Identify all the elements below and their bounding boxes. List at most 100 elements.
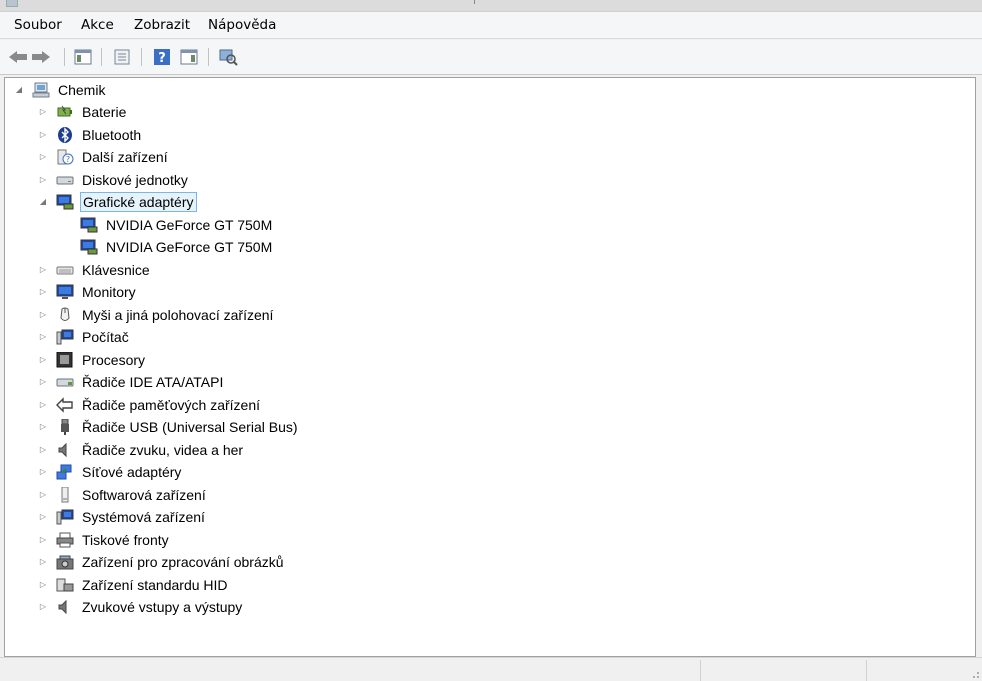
tree-node-baterie[interactable]: ▷ Baterie xyxy=(38,102,438,122)
device-tree[interactable]: ◢ Chemik ▷ Baterie ▷ Bluetooth ▷ ? Další… xyxy=(4,77,976,657)
expand-icon[interactable]: ▷ xyxy=(38,327,48,347)
expand-icon[interactable]: ▷ xyxy=(38,530,48,550)
tree-node-label: Bluetooth xyxy=(82,127,142,143)
collapse-icon[interactable]: ◢ xyxy=(38,192,48,212)
console-tree-button[interactable] xyxy=(72,46,94,68)
mouse-icon xyxy=(56,307,74,323)
status-pane xyxy=(866,660,971,681)
back-arrow-icon xyxy=(9,51,27,63)
expand-icon[interactable]: ▷ xyxy=(38,552,48,572)
tree-node-hid[interactable]: ▷ Zařízení standardu HID xyxy=(38,575,438,595)
tree-leaf-nvidia-1[interactable]: NVIDIA GeForce GT 750M xyxy=(62,215,462,235)
tree-node-label: Zařízení standardu HID xyxy=(82,577,228,593)
tree-node-radice-pametovych[interactable]: ▷ Řadiče paměťových zařízení xyxy=(38,395,438,415)
expand-icon[interactable]: ▷ xyxy=(38,170,48,190)
expand-icon[interactable]: ▷ xyxy=(38,485,48,505)
network-adapter-icon xyxy=(56,464,74,480)
expand-icon[interactable]: ▷ xyxy=(38,417,48,437)
expand-icon[interactable]: ▷ xyxy=(38,147,48,167)
tree-node-label: Monitory xyxy=(82,284,136,300)
tree-node-mysi[interactable]: ▷ Myši a jiná polohovací zařízení xyxy=(38,305,438,325)
tree-node-softwarova-zarizeni[interactable]: ▷ Softwarová zařízení xyxy=(38,485,438,505)
menu-napoveda[interactable]: Nápověda xyxy=(206,17,278,33)
properties-button[interactable] xyxy=(111,46,133,68)
printer-icon xyxy=(56,532,74,548)
expand-icon[interactable]: ▷ xyxy=(38,372,48,392)
expand-icon[interactable]: ▷ xyxy=(38,102,48,122)
tree-node-diskove-jednotky[interactable]: ▷ Diskové jednotky xyxy=(38,170,438,190)
tree-leaf-nvidia-2[interactable]: NVIDIA GeForce GT 750M xyxy=(62,237,462,257)
expand-icon[interactable]: ▷ xyxy=(38,395,48,415)
tree-root-label: Chemik xyxy=(58,82,106,98)
tree-node-label: Řadiče IDE ATA/ATAPI xyxy=(82,374,224,390)
toolbar-separator xyxy=(101,48,102,66)
computer-icon xyxy=(32,82,50,98)
tree-node-bluetooth[interactable]: ▷ Bluetooth xyxy=(38,125,438,145)
battery-icon xyxy=(56,104,74,120)
toolbar-separator xyxy=(208,48,209,66)
tree-node-label: Zařízení pro zpracování obrázků xyxy=(82,554,284,570)
display-adapter-icon xyxy=(80,217,98,233)
tree-node-label: Řadiče USB (Universal Serial Bus) xyxy=(82,419,298,435)
title-separator xyxy=(474,0,481,4)
forward-button[interactable] xyxy=(30,46,52,68)
help-button[interactable]: ? xyxy=(151,46,173,68)
expand-icon[interactable]: ▷ xyxy=(38,282,48,302)
tree-node-label: Další zařízení xyxy=(82,149,168,165)
storage-controller-icon xyxy=(56,397,74,413)
menu-soubor[interactable]: Soubor xyxy=(12,17,64,33)
tree-node-dalsi-zarizeni[interactable]: ▷ ? Další zařízení xyxy=(38,147,438,167)
resize-grip-icon[interactable] xyxy=(970,669,980,679)
display-adapter-icon xyxy=(56,194,74,210)
system-device-icon xyxy=(56,509,74,525)
expand-icon[interactable]: ▷ xyxy=(38,507,48,527)
tree-node-systemova-zarizeni[interactable]: ▷ Systémová zařízení xyxy=(38,507,438,527)
back-button[interactable] xyxy=(7,46,29,68)
usb-icon xyxy=(56,418,74,435)
expand-icon[interactable]: ▷ xyxy=(38,575,48,595)
expand-icon[interactable]: ▷ xyxy=(38,462,48,482)
processor-icon xyxy=(56,351,74,368)
tree-node-label: Klávesnice xyxy=(82,262,150,278)
tree-node-procesory[interactable]: ▷ Procesory xyxy=(38,350,438,370)
tree-node-zpracovani-obrazku[interactable]: ▷ Zařízení pro zpracování obrázků xyxy=(38,552,438,572)
menu-zobrazit[interactable]: Zobrazit xyxy=(132,17,192,33)
toolbar-separator xyxy=(64,48,65,66)
tree-node-label: Tiskové fronty xyxy=(82,532,169,548)
scan-hardware-button[interactable] xyxy=(217,46,239,68)
tree-node-tiskove-fronty[interactable]: ▷ Tiskové fronty xyxy=(38,530,438,550)
show-hide-console-tree-icon xyxy=(74,49,92,65)
scan-hardware-changes-icon xyxy=(219,49,238,66)
ide-controller-icon xyxy=(56,374,74,390)
tree-node-label: Zvukové vstupy a výstupy xyxy=(82,599,243,615)
tree-node-klavesnice[interactable]: ▷ Klávesnice xyxy=(38,260,438,280)
tree-node-radice-usb[interactable]: ▷ Řadiče USB (Universal Serial Bus) xyxy=(38,417,438,437)
collapse-icon[interactable]: ◢ xyxy=(14,80,24,100)
expand-icon[interactable]: ▷ xyxy=(38,260,48,280)
toolbar: ? xyxy=(0,40,982,75)
expand-icon[interactable]: ▷ xyxy=(38,305,48,325)
hid-icon xyxy=(56,577,74,593)
tree-node-zvukove-vstupy[interactable]: ▷ Zvukové vstupy a výstupy xyxy=(38,597,438,617)
action-pane-button[interactable] xyxy=(178,46,200,68)
expand-icon[interactable]: ▷ xyxy=(38,440,48,460)
tree-node-graficke-adaptery[interactable]: ◢ Grafické adaptéry xyxy=(14,192,414,212)
keyboard-icon xyxy=(56,262,74,278)
tree-node-pocitac[interactable]: ▷ Počítač xyxy=(38,327,438,347)
tree-root[interactable]: ◢ Chemik xyxy=(14,80,414,100)
expand-icon[interactable]: ▷ xyxy=(38,350,48,370)
forward-arrow-icon xyxy=(32,51,50,63)
tree-node-radice-zvuku[interactable]: ▷ Řadiče zvuku, videa a her xyxy=(38,440,438,460)
tree-node-radice-ide[interactable]: ▷ Řadiče IDE ATA/ATAPI xyxy=(38,372,438,392)
expand-icon[interactable]: ▷ xyxy=(38,597,48,617)
tree-node-label-selected: Grafické adaptéry xyxy=(80,192,197,212)
disk-drive-icon xyxy=(56,172,74,188)
expand-icon[interactable]: ▷ xyxy=(38,125,48,145)
tree-node-monitory[interactable]: ▷ Monitory xyxy=(38,282,438,302)
menu-akce[interactable]: Akce xyxy=(79,17,116,33)
tree-node-label: Počítač xyxy=(82,329,129,345)
tree-node-label: Systémová zařízení xyxy=(82,509,205,525)
audio-io-icon xyxy=(56,599,74,615)
svg-text:?: ? xyxy=(66,155,70,164)
tree-node-sitove-adaptery[interactable]: ▷ Síťové adaptéry xyxy=(38,462,438,482)
